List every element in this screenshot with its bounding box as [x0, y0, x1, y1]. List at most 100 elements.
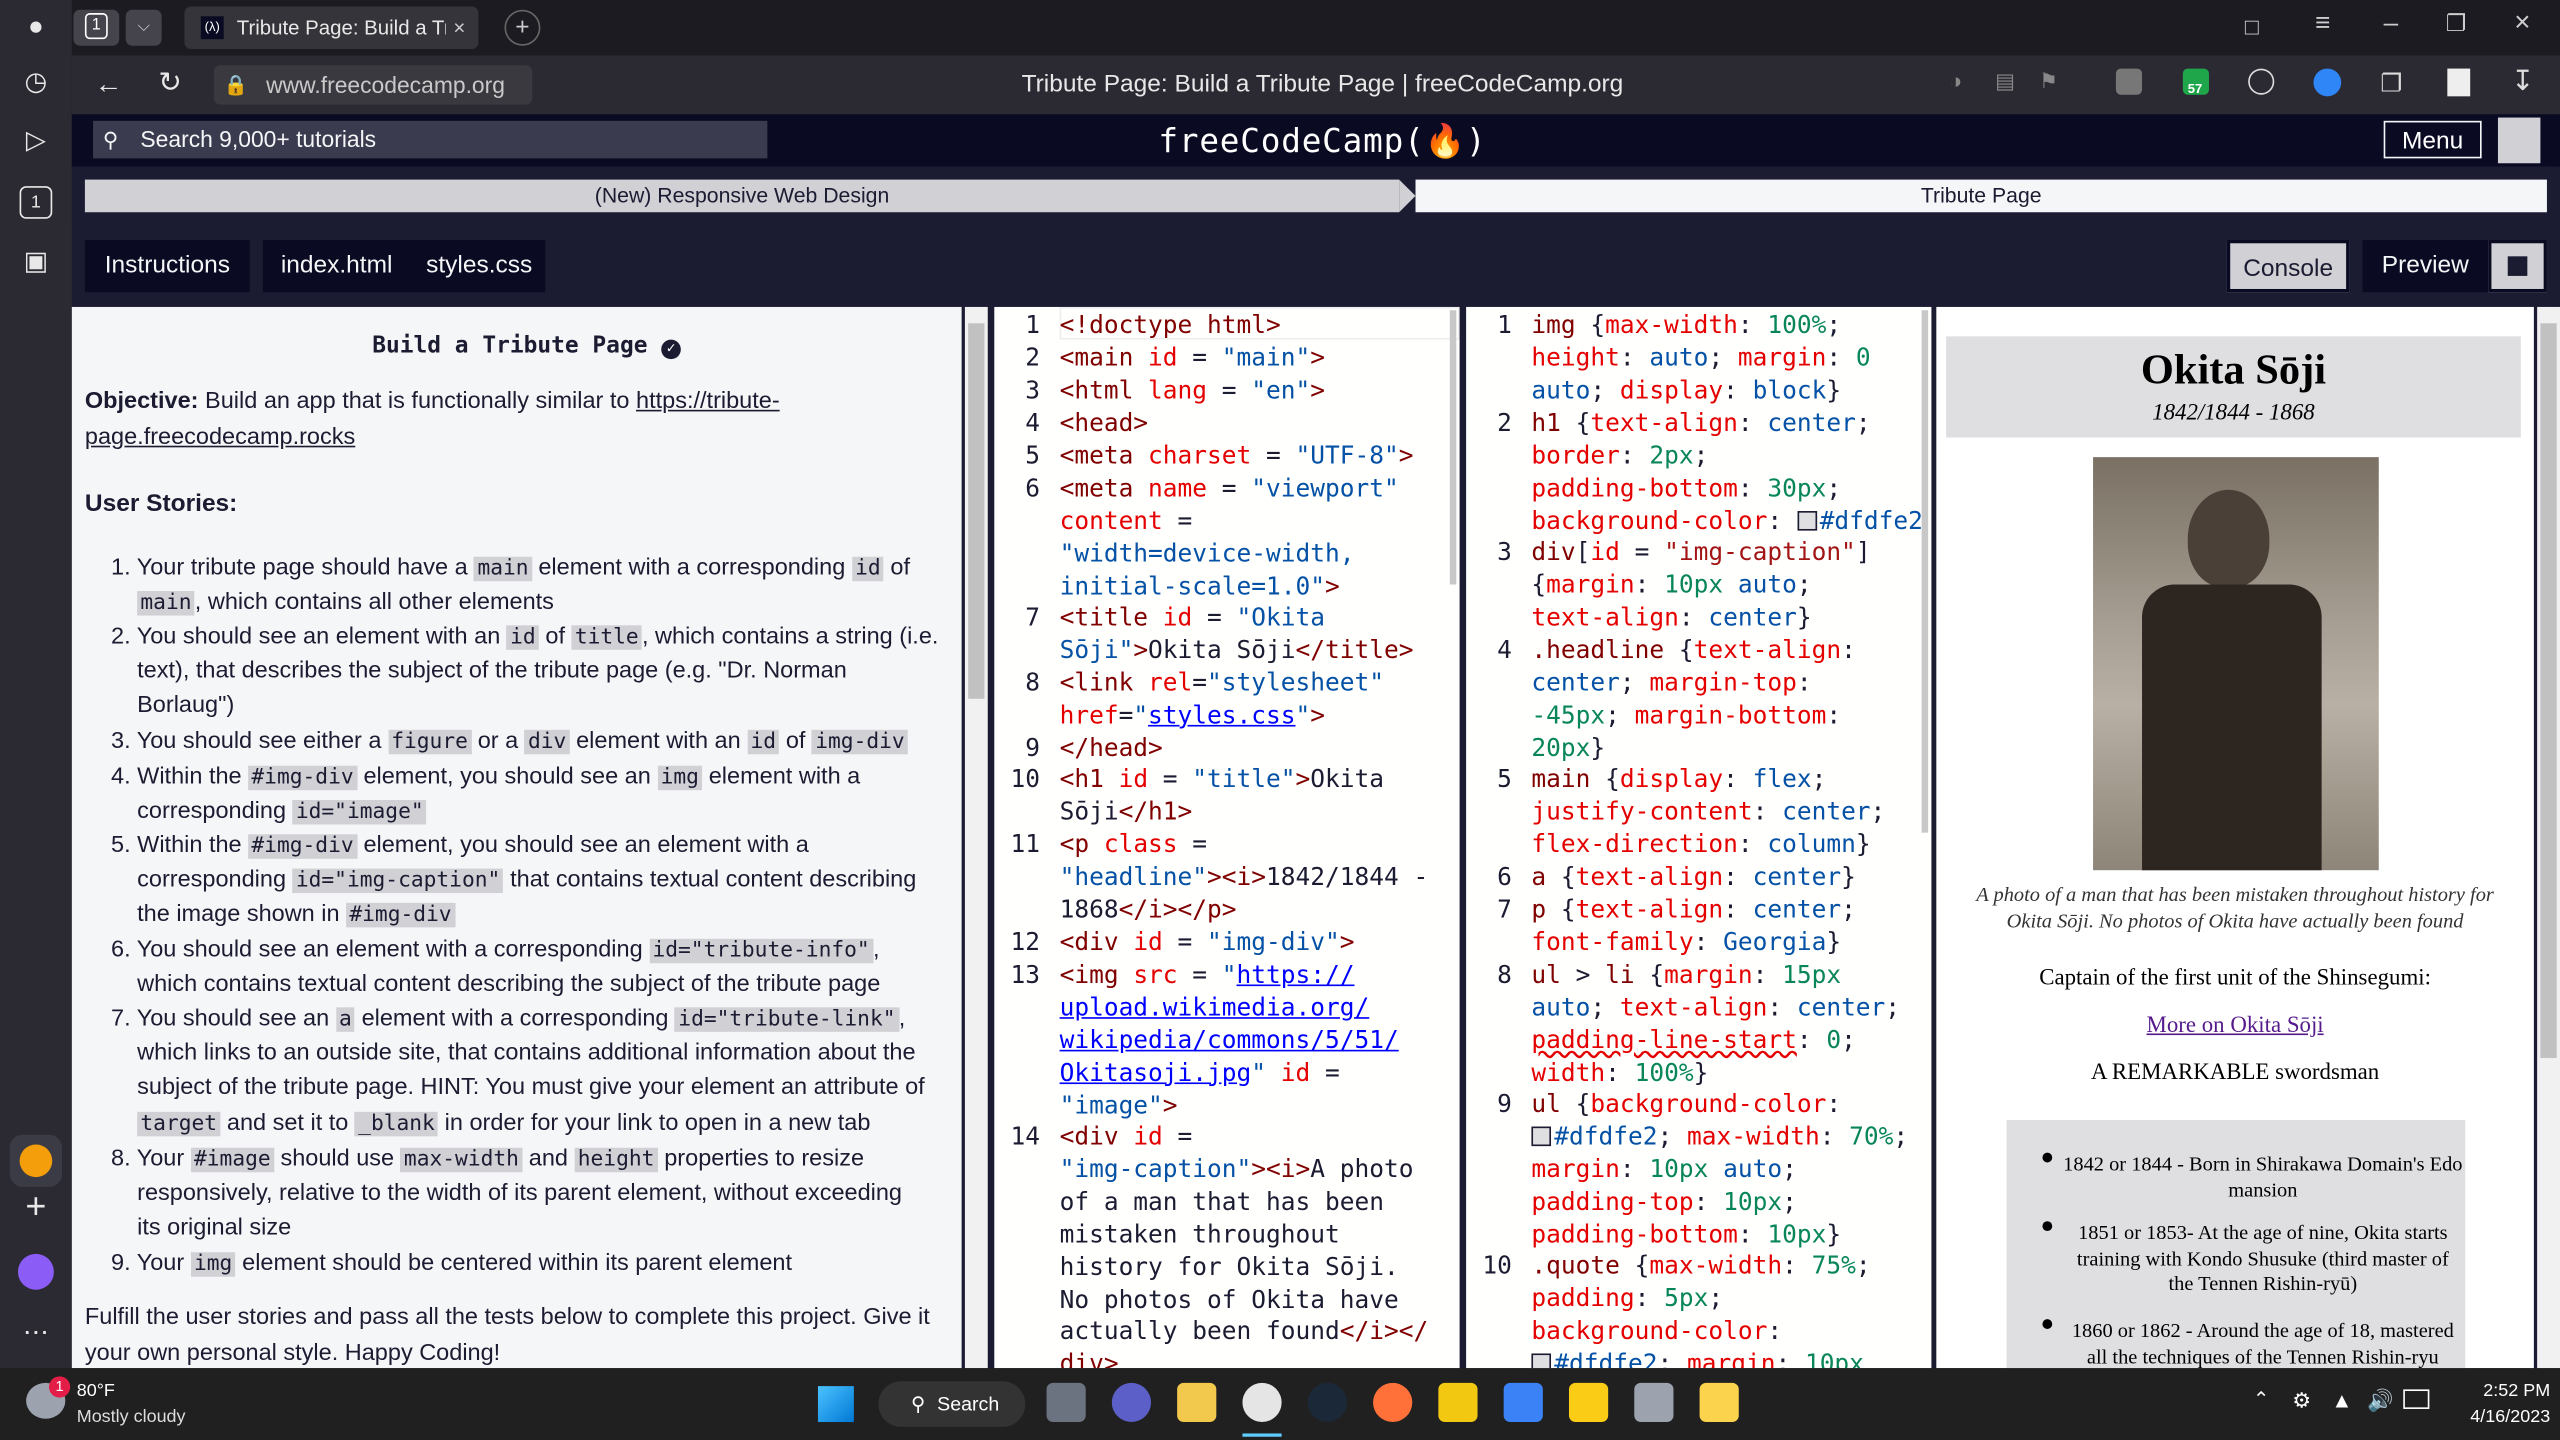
- preview-dates: 1842/1844 - 1868: [2152, 401, 2315, 427]
- code-line: <div id = "img-div">: [1059, 927, 1355, 957]
- clock-date[interactable]: 4/16/2023: [2449, 1407, 2550, 1427]
- preview-title: Okita Sōji: [2140, 346, 2327, 394]
- maximize-icon[interactable]: ❐: [2446, 10, 2467, 38]
- breadcrumb-superblock[interactable]: (New) Responsive Web Design: [84, 179, 1416, 213]
- menu-button[interactable]: Menu: [2383, 120, 2482, 159]
- extension-icon[interactable]: 57: [2182, 68, 2209, 96]
- extensions-puzzle-icon[interactable]: ❐: [2380, 69, 2402, 98]
- code-line: img {max-width: 100%; height: auto; marg…: [1531, 310, 1871, 405]
- steam-icon[interactable]: [1307, 1382, 1347, 1423]
- menu-icon[interactable]: ≡: [2315, 10, 2330, 39]
- tribute-link[interactable]: More on Okita Sōji: [1953, 1014, 2518, 1040]
- bookmark-icon[interactable]: □: [2245, 13, 2259, 39]
- search-input[interactable]: ⚲ Search 9,000+ tutorials: [93, 120, 768, 159]
- code-line: ul > li {margin: 15px auto; text-align: …: [1531, 959, 1901, 1087]
- scrollbar-thumb[interactable]: [968, 323, 985, 699]
- code-line: a {text-align: center}: [1531, 862, 1856, 892]
- list-item: 1851 or 1853- At the age of nine, Okita …: [2076, 1221, 2449, 1295]
- calendar-app-icon[interactable]: [1503, 1382, 1543, 1423]
- tab-files[interactable]: index.html styles.css: [262, 239, 546, 293]
- list-item: 7. You should see an a element with a co…: [111, 1005, 925, 1136]
- code-line: <p class = "headline"><i>1842/1844 - 186…: [1059, 829, 1429, 924]
- avatar[interactable]: [2497, 117, 2541, 164]
- document-icon[interactable]: [2447, 68, 2471, 97]
- extension-icon[interactable]: [2115, 68, 2143, 95]
- window-close-icon[interactable]: ×: [2514, 7, 2530, 40]
- history-icon[interactable]: ◷: [18, 65, 54, 101]
- firefox-icon[interactable]: [1373, 1382, 1413, 1423]
- tray-app-icon[interactable]: ⚙: [2292, 1388, 2311, 1414]
- taskbar-search[interactable]: ⚲ Search: [878, 1381, 1026, 1427]
- tab-instructions[interactable]: Instructions: [84, 239, 250, 293]
- wifi-icon[interactable]: ▲: [2331, 1388, 2352, 1412]
- search-icon: ⚲: [102, 127, 119, 152]
- preview-scrollbar[interactable]: [2537, 306, 2560, 1369]
- code-line: .quote {max-width: 75%; padding: 5px; ba…: [1531, 1251, 1871, 1369]
- minimize-icon[interactable]: –: [2384, 10, 2399, 39]
- code-line: <img src = "https:// upload.wikimedia.or…: [1059, 959, 1399, 1120]
- download-icon[interactable]: ↧: [2511, 65, 2534, 98]
- weather-icon[interactable]: 1: [26, 1376, 71, 1419]
- list-item: 4. Within the #img-div element, you shou…: [111, 764, 861, 825]
- search-icon: ⚲: [911, 1392, 926, 1416]
- back-icon[interactable]: ←: [95, 69, 123, 102]
- code-line: div[id = "img-caption"] {margin: 10px au…: [1531, 537, 1871, 632]
- app-shortcut[interactable]: [9, 1134, 63, 1187]
- new-tab-plus-icon[interactable]: +: [504, 9, 541, 46]
- workspaces-icon[interactable]: 1: [19, 186, 53, 219]
- app-icon[interactable]: [1568, 1382, 1609, 1423]
- bullet: [2042, 1221, 2053, 1232]
- fcc-favicon: (λ): [200, 16, 224, 40]
- console-button[interactable]: Console: [2226, 239, 2350, 293]
- tab-index-html[interactable]: index.html: [281, 240, 393, 292]
- chevron-down-icon[interactable]: ⌵: [125, 9, 162, 46]
- editor-scrollbar[interactable]: [1449, 310, 1457, 585]
- task-view-icon[interactable]: [1046, 1382, 1086, 1423]
- editor-scrollbar[interactable]: [1921, 310, 1929, 833]
- scrollbar-thumb[interactable]: [2540, 323, 2557, 1058]
- windows-start-icon[interactable]: [817, 1386, 854, 1423]
- shazam-extension-icon[interactable]: [2313, 68, 2342, 97]
- app-icon[interactable]: [1634, 1382, 1674, 1423]
- fcc-logo[interactable]: freeCodeCamp(🔥): [1127, 114, 1519, 166]
- screenshot-icon[interactable]: ▣: [18, 245, 54, 281]
- preview-button[interactable]: Preview: [2362, 239, 2489, 293]
- objective: Objective: Build an app that is function…: [84, 388, 780, 450]
- code-line: <meta name = "viewport" content = "width…: [1059, 473, 1399, 601]
- volume-icon[interactable]: 🔊: [2367, 1388, 2393, 1414]
- url-field[interactable]: 🔒 www.freecodecamp.org: [213, 65, 533, 105]
- app-icon[interactable]: [1699, 1382, 1739, 1423]
- file-explorer-icon[interactable]: [1177, 1382, 1217, 1423]
- html-editor[interactable]: 1 2 3 4 5 6 7 8 9 10 11 12 13 14 <!doctype html> <mai…: [994, 306, 1460, 1369]
- breadcrumb-challenge[interactable]: Tribute Page: [1415, 179, 2547, 213]
- bullet: [2042, 1152, 2053, 1163]
- close-icon[interactable]: ×: [453, 7, 465, 49]
- code-line: <div id = "img-caption"><i>A photo of a …: [1059, 1121, 1429, 1369]
- translate-icon[interactable]: ◑: [1949, 69, 1962, 93]
- bookmark-page-icon[interactable]: ⚑: [2039, 69, 2058, 95]
- browser-tab[interactable]: (λ) Tribute Page: Build a Tribute Page |…: [184, 6, 479, 49]
- yandex-app-icon: [19, 1144, 53, 1178]
- yandex-browser-icon[interactable]: [1242, 1382, 1282, 1423]
- css-editor[interactable]: 1 2 3 4 5 6 7 8 9 10 img {max-width: 100%; height…: [1466, 306, 1932, 1369]
- refresh-icon[interactable]: ↻: [158, 67, 181, 100]
- instructions-scrollbar[interactable]: [964, 306, 988, 1369]
- tray-chevron-icon[interactable]: ⌃: [2253, 1388, 2269, 1411]
- clock-time[interactable]: 2:52 PM: [2449, 1381, 2550, 1401]
- alice-assistant-icon[interactable]: [17, 1253, 54, 1290]
- battery-icon[interactable]: [2403, 1389, 2430, 1409]
- extension-icon[interactable]: [2248, 68, 2275, 95]
- profile-icon[interactable]: ●: [18, 10, 54, 46]
- page-title: Tribute Page: Build a Tribute Page | fre…: [1021, 70, 1624, 98]
- code-line: p {text-align: center; font-family: Geor…: [1531, 894, 1856, 957]
- list-item: 5. Within the #img-div element, you shou…: [111, 832, 917, 929]
- teams-chat-icon[interactable]: [1111, 1382, 1152, 1423]
- tab-styles-css[interactable]: styles.css: [426, 240, 532, 292]
- tab-counter[interactable]: 1: [73, 9, 120, 46]
- reader-icon[interactable]: ▤: [1995, 69, 2015, 95]
- play-icon[interactable]: ▷: [18, 124, 54, 160]
- preview-popout-icon[interactable]: [2488, 239, 2547, 293]
- power-bi-icon[interactable]: [1438, 1382, 1478, 1423]
- more-icon[interactable]: ⋯: [18, 1316, 54, 1352]
- plus-icon[interactable]: +: [18, 1188, 54, 1225]
